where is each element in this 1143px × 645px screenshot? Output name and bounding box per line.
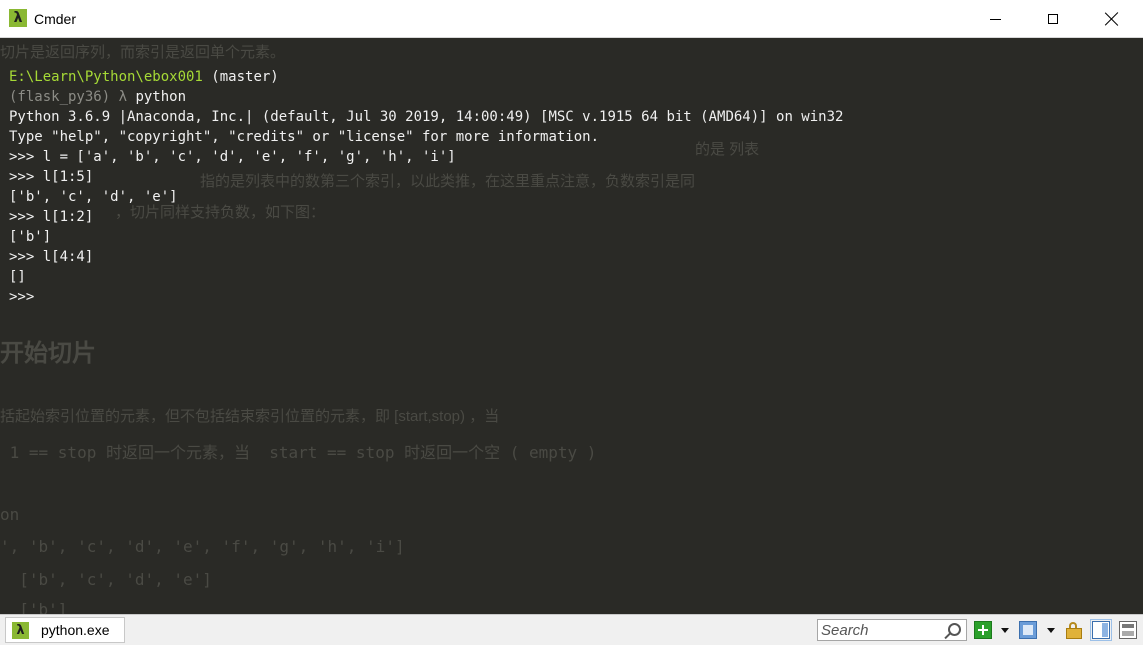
minimize-icon (989, 18, 1001, 20)
bg-code-1: on (0, 505, 20, 524)
window-title: Cmder (34, 11, 77, 27)
bg-code-2: ', 'b', 'c', 'd', 'e', 'f', 'g', 'h', 'i… (0, 537, 405, 556)
minimize-button[interactable] (966, 0, 1024, 38)
prompt-path: E:\Learn\Python\ebox001 (9, 69, 203, 85)
terminal-line: >>> l[4:4] (9, 249, 94, 265)
bg-para-2: 1 == stop 时返回一个元素，当 start == stop 时返回一个空… (0, 443, 597, 462)
bg-heading: 开始切片 (0, 340, 96, 367)
bg-line-2: 切片是返回序列，而索引是返回单个元素。 (0, 44, 286, 61)
bg-code-4: ['b'] (0, 600, 68, 614)
close-button[interactable] (1083, 0, 1141, 38)
terminal-output[interactable]: E:\Learn\Python\ebox001 (master) (flask_… (9, 67, 1134, 307)
terminal-prompt-line[interactable]: >>> (9, 287, 1134, 307)
layout-icon[interactable] (1119, 621, 1137, 639)
new-console-dropdown-icon[interactable] (1001, 628, 1009, 633)
terminal-line: >>> l = ['a', 'b', 'c', 'd', 'e', 'f', '… (9, 149, 456, 165)
bg-para-1: 括起始索引位置的元素，但不包括结束索引位置的元素，即 [start,stop) … (0, 408, 500, 425)
maximize-button[interactable] (1024, 0, 1082, 38)
typed-command: python (135, 89, 187, 105)
terminal-line: >>> l[1:5] (9, 169, 94, 185)
split-icon[interactable] (1019, 621, 1037, 639)
search-input[interactable] (820, 620, 942, 640)
search-icon[interactable] (948, 623, 961, 636)
title-bar[interactable]: λ Cmder (0, 0, 1143, 38)
lambda-icon: λ (12, 622, 29, 639)
terminal-line: ['b', 'c', 'd', 'e'] (9, 189, 178, 205)
close-icon (1105, 12, 1119, 26)
plus-icon[interactable] (974, 621, 992, 639)
terminal-line: Type "help", "copyright", "credits" or "… (9, 129, 600, 145)
command-line: (flask_py36) λ python (9, 87, 1134, 107)
cmder-lambda-icon[interactable]: λ (9, 9, 27, 27)
bg-code-3: ['b', 'c', 'd', 'e'] (0, 570, 212, 589)
tab-label: python.exe (41, 622, 110, 638)
panel-icon[interactable] (1090, 619, 1112, 641)
search-box[interactable] (817, 619, 967, 641)
git-branch: (master) (202, 69, 279, 85)
terminal-line: >>> l[1:2] (9, 209, 94, 225)
terminal-line: Python 3.6.9 |Anaconda, Inc.| (default, … (9, 109, 844, 125)
maximize-icon (1048, 14, 1058, 24)
conda-env: (flask_py36) λ (9, 89, 136, 105)
console-tab[interactable]: λ python.exe (5, 617, 125, 643)
status-bar: λ python.exe (0, 614, 1143, 645)
prompt-path-line: E:\Learn\Python\ebox001 (master) (9, 67, 1134, 87)
split-dropdown-icon[interactable] (1047, 628, 1055, 633)
lock-icon[interactable] (1065, 621, 1083, 639)
terminal-line: [] (9, 269, 26, 285)
terminal-line: ['b'] (9, 229, 52, 245)
